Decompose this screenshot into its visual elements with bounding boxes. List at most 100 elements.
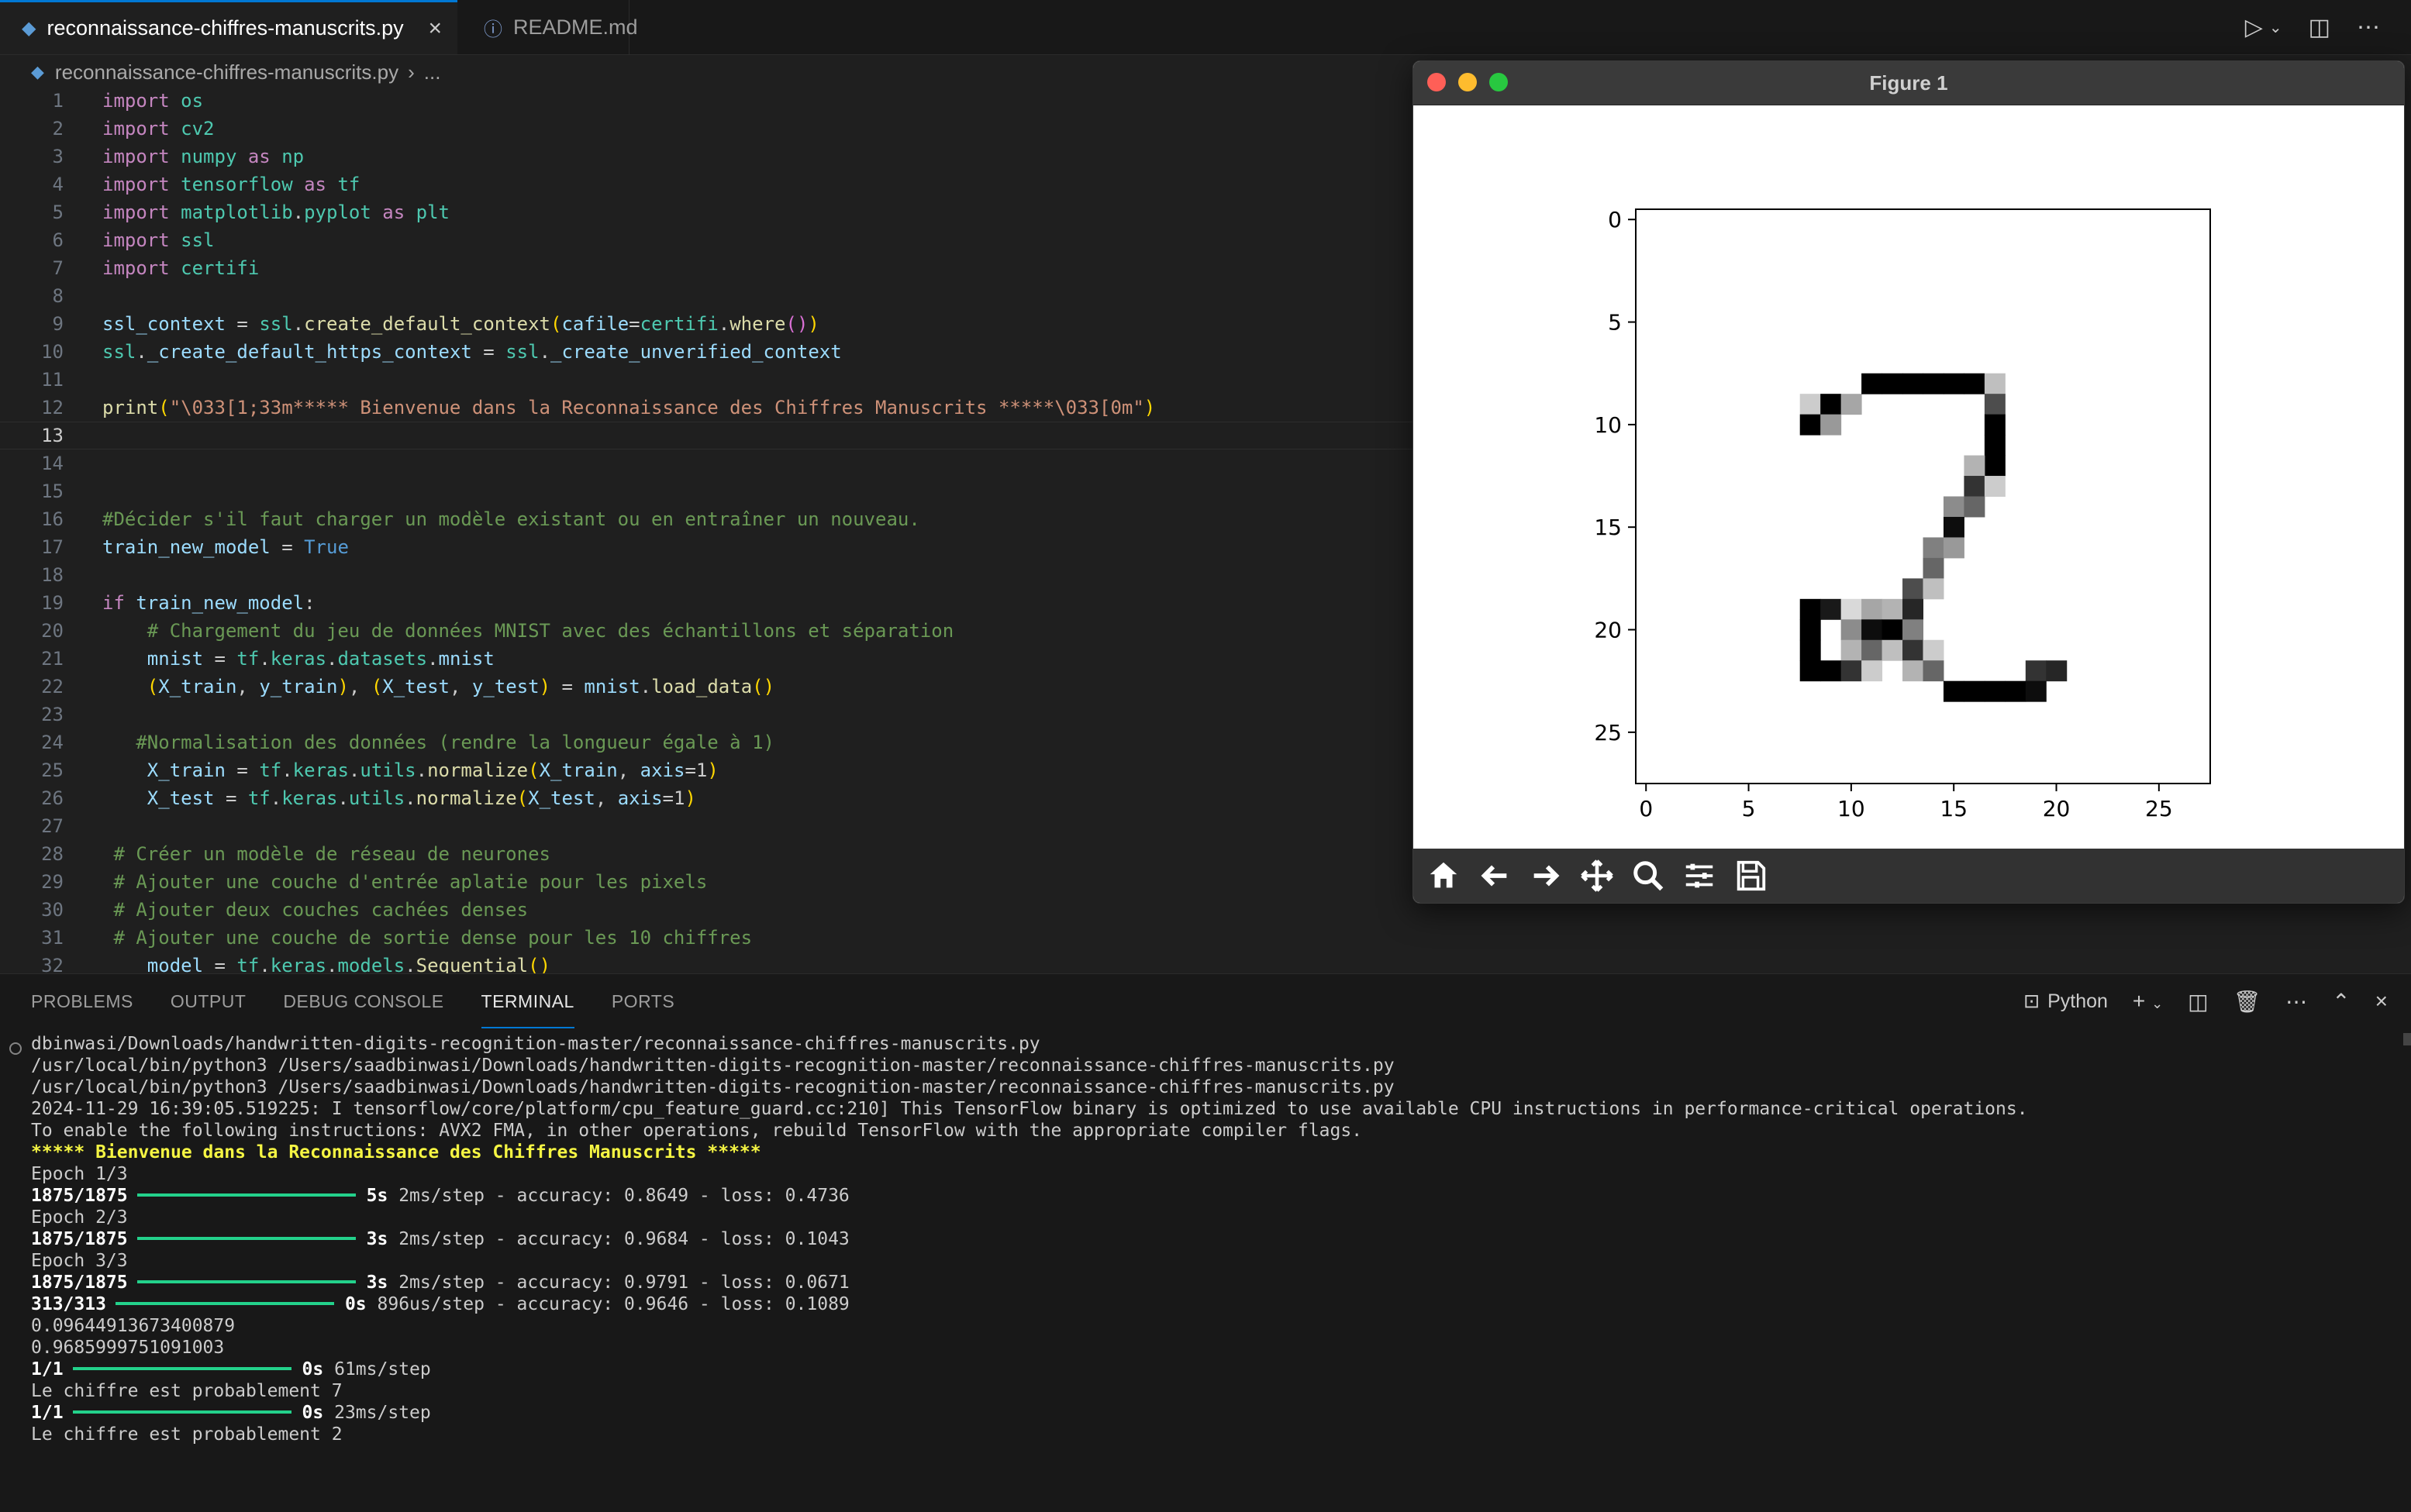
bottom-panel: PROBLEMS OUTPUT DEBUG CONSOLE TERMINAL P… — [0, 973, 2411, 1512]
pixel-cell — [1984, 476, 2006, 497]
tab-readme[interactable]: ⓘ README.md — [459, 0, 638, 54]
code-text: #Décider s'il faut charger un modèle exi… — [102, 508, 920, 530]
code-line[interactable]: 21 mnist = tf.keras.datasets.mnist — [0, 645, 1419, 673]
step-metrics: 896us/step - accuracy: 0.9646 - loss: 0.… — [377, 1294, 850, 1314]
pixel-cell — [1882, 373, 1903, 394]
code-line[interactable]: 17 train_new_model = True — [0, 533, 1419, 561]
line-number: 6 — [52, 229, 64, 251]
tab-output[interactable]: OUTPUT — [171, 974, 247, 1028]
code-line[interactable]: 31 # Ajouter une couche de sortie dense … — [0, 924, 1419, 952]
run-icon[interactable]: ▷ — [2245, 14, 2263, 41]
back-button[interactable] — [1471, 852, 1519, 900]
split-terminal-icon[interactable]: ◫ — [2188, 989, 2208, 1014]
line-number: 16 — [41, 508, 64, 530]
pixel-cell — [1964, 680, 1985, 702]
zoom-button[interactable] — [1624, 852, 1672, 900]
maximize-panel-icon[interactable]: ⌃ — [2332, 989, 2350, 1014]
terminal-shell-selector[interactable]: ⊡ Python — [2023, 990, 2108, 1013]
code-line[interactable]: 7 import certifi — [0, 254, 1419, 282]
tab-debug-console[interactable]: DEBUG CONSOLE — [283, 974, 443, 1028]
more-actions-icon[interactable]: ⋯ — [2285, 989, 2307, 1014]
python-file-icon: ◆ — [31, 62, 44, 81]
step-metrics: 23ms/step — [334, 1403, 431, 1423]
code-text: import ssl — [102, 229, 215, 251]
code-line[interactable]: 5 import matplotlib.pyplot as plt — [0, 198, 1419, 226]
line-number: 18 — [41, 564, 64, 586]
code-editor[interactable]: 1 import os 2 import cv2 3 import numpy as np… — [0, 87, 1419, 973]
breadcrumb-file[interactable]: reconnaissance-chiffres-manuscrits.py — [55, 60, 398, 84]
panel-actions: ⊡ Python + ⌄ ◫ 🗑 ⋯ ⌃ × — [2023, 974, 2388, 1028]
code-line[interactable]: 3 import numpy as np — [0, 143, 1419, 170]
pixel-cell — [1861, 660, 1883, 682]
code-line[interactable]: 16 #Décider s'il faut charger un modèle e… — [0, 505, 1419, 533]
tab-problems[interactable]: PROBLEMS — [31, 974, 133, 1028]
code-line[interactable]: 1 import os — [0, 87, 1419, 115]
terminal-output[interactable]: dbinwasi/Downloads/handwritten-digits-re… — [31, 1033, 2028, 1445]
step-count: 1875/1875 — [31, 1273, 128, 1293]
code-line[interactable]: 18 — [0, 561, 1419, 589]
step-time: 0s — [302, 1403, 324, 1423]
figure-titlebar[interactable]: Figure 1 — [1413, 61, 2404, 105]
code-line[interactable]: 32 model = tf.keras.models.Sequential() — [0, 952, 1419, 973]
pixel-cell — [2046, 660, 2068, 682]
pixel-cell — [1799, 660, 1821, 682]
code-line[interactable]: 23 — [0, 701, 1419, 728]
progress-bar — [136, 1280, 356, 1283]
digit-image-plot[interactable]: 0 5 10 15 20 25 0 5 10 15 20 25 — [1413, 105, 2404, 849]
pixel-cell — [1984, 373, 2006, 394]
code-line[interactable]: 10 ssl._create_default_https_context = ss… — [0, 338, 1419, 366]
code-line[interactable]: 28 # Créer un modèle de réseau de neuron… — [0, 840, 1419, 868]
code-line[interactable]: 22 (X_train, y_train), (X_test, y_test) … — [0, 673, 1419, 701]
code-line[interactable]: 8 — [0, 282, 1419, 310]
more-actions-icon[interactable]: ⋯ — [2357, 14, 2380, 41]
code-line[interactable]: 2 import cv2 — [0, 115, 1419, 143]
code-line[interactable]: 4 import tensorflow as tf — [0, 170, 1419, 198]
pixel-cell — [1923, 660, 1944, 682]
split-editor-icon[interactable]: ◫ — [2309, 14, 2330, 41]
code-line[interactable]: 13 — [0, 422, 1419, 449]
line-number: 20 — [41, 620, 64, 642]
run-dropdown-icon[interactable]: ⌄ — [2269, 18, 2282, 37]
code-line[interactable]: 26 X_test = tf.keras.utils.normalize(X_t… — [0, 784, 1419, 812]
panel-tabs: PROBLEMS OUTPUT DEBUG CONSOLE TERMINAL P… — [31, 974, 674, 1028]
code-line[interactable]: 9 ssl_context = ssl.create_default_contex… — [0, 310, 1419, 338]
breadcrumb-more[interactable]: ... — [424, 60, 441, 84]
tab-reconnaissance-py[interactable]: ◆ reconnaissance-chiffres-manuscrits.py … — [0, 0, 457, 54]
progress-bar — [72, 1366, 291, 1370]
code-line[interactable]: 14 — [0, 449, 1419, 477]
pixel-cell — [1840, 639, 1862, 661]
trash-icon[interactable]: 🗑 — [2233, 989, 2261, 1014]
close-panel-icon[interactable]: × — [2375, 989, 2388, 1014]
tab-ports[interactable]: PORTS — [612, 974, 674, 1028]
code-line[interactable]: 20 # Chargement du jeu de données MNIST … — [0, 617, 1419, 645]
step-metrics: 61ms/step — [334, 1359, 431, 1379]
configure-subplots-icon — [1685, 863, 1713, 888]
step-metrics: 2ms/step - accuracy: 0.8649 - loss: 0.47… — [398, 1186, 850, 1206]
pan-button[interactable] — [1573, 852, 1621, 900]
code-line[interactable]: 15 — [0, 477, 1419, 505]
code-text: X_train = tf.keras.utils.normalize(X_tra… — [147, 759, 719, 781]
code-line[interactable]: 12 print("\033[1;33m***** Bienvenue dans … — [0, 394, 1419, 422]
pixel-cell — [1861, 639, 1883, 661]
forward-button[interactable] — [1522, 852, 1570, 900]
code-line[interactable]: 27 — [0, 812, 1419, 840]
terminal-scrollbar[interactable] — [2403, 1033, 2411, 1045]
tab-terminal[interactable]: TERMINAL — [481, 974, 574, 1028]
code-line[interactable]: 24 #Normalisation des données (rendre la… — [0, 728, 1419, 756]
code-line[interactable]: 19 if train_new_model: — [0, 589, 1419, 617]
code-line[interactable]: 6 import ssl — [0, 226, 1419, 254]
new-terminal-icon[interactable]: + ⌄ — [2133, 989, 2163, 1014]
close-tab-icon[interactable]: × — [428, 15, 442, 42]
save-button[interactable] — [1726, 852, 1775, 900]
code-line[interactable]: 11 — [0, 366, 1419, 394]
code-line[interactable]: 29 # Ajouter une couche d'entrée aplatie… — [0, 868, 1419, 896]
code-line[interactable]: 25 X_train = tf.keras.utils.normalize(X_… — [0, 756, 1419, 784]
pixel-cell — [1902, 373, 1923, 394]
configure-subplots-button[interactable] — [1675, 852, 1723, 900]
home-button[interactable] — [1419, 852, 1468, 900]
code-line[interactable]: 30 # Ajouter deux couches cachées denses — [0, 896, 1419, 924]
pixel-cell — [1943, 516, 1964, 538]
tab-label: README.md — [513, 15, 638, 39]
matplotlib-figure-window[interactable]: Figure 1 0 5 10 15 20 25 0 5 10 15 20 25 — [1412, 60, 2405, 904]
code-text: #Normalisation des données (rendre la lo… — [136, 732, 774, 753]
